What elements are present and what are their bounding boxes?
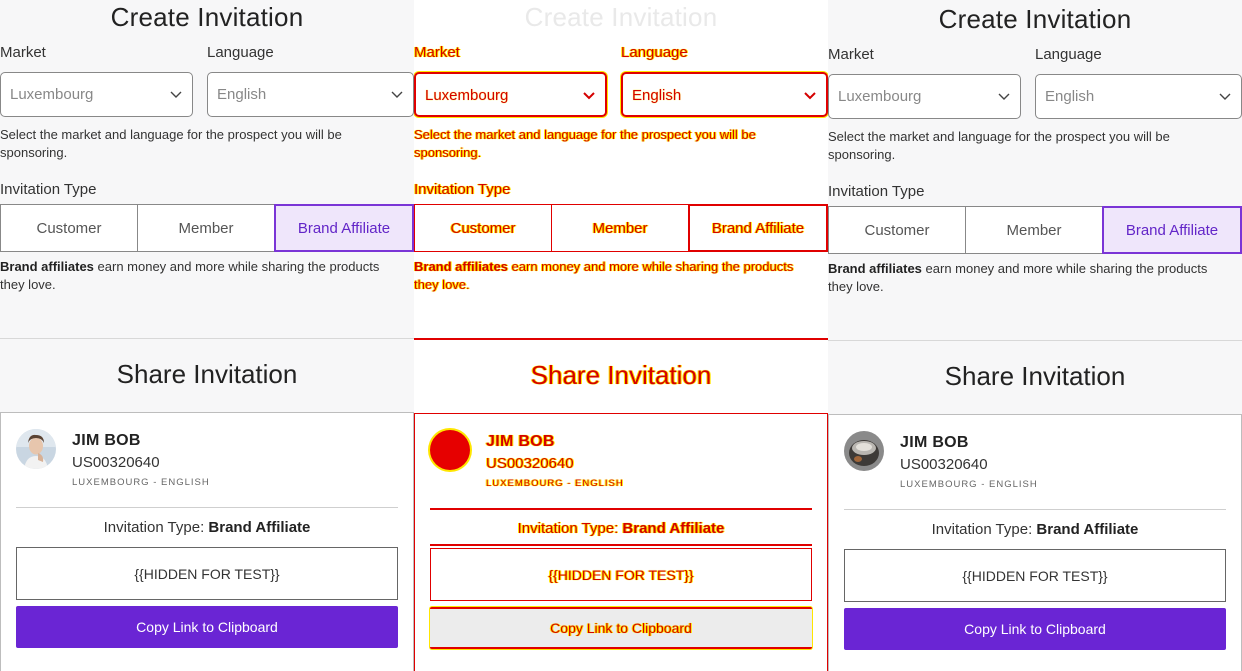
invitation-type-label: Invitation Type <box>0 181 97 198</box>
type-description-bold: Brand affiliates <box>0 259 94 274</box>
card-divider <box>844 509 1226 510</box>
card-divider <box>430 508 812 510</box>
invitation-type-prefix: Invitation Type: <box>931 521 1037 538</box>
invitation-type-selector: Customer Member Brand Affiliate <box>414 204 828 252</box>
invitation-type-summary: Invitation Type: Brand Affiliate <box>829 521 1241 538</box>
language-label: Language <box>1035 46 1102 63</box>
language-label: Language <box>207 44 274 61</box>
market-select-value: Luxembourg <box>10 86 94 103</box>
user-id: US00320640 <box>900 456 988 473</box>
share-invitation-section: Share Invitation JIM BOB US00320640 LUXE… <box>0 338 414 671</box>
chevron-down-icon <box>804 92 816 100</box>
invitation-type-label: Invitation Type <box>414 181 511 198</box>
invitation-type-prefix: Invitation Type: <box>517 520 623 537</box>
chevron-down-icon <box>391 91 403 98</box>
market-help-text: Select the market and language for the p… <box>0 127 342 160</box>
type-option-customer[interactable]: Customer <box>0 204 138 252</box>
chevron-down-icon <box>1219 93 1231 100</box>
market-label: Market <box>414 44 460 61</box>
user-name: JIM BOB <box>486 433 555 450</box>
user-location: LUXEMBOURG - ENGLISH <box>900 479 1038 490</box>
invitation-link-field[interactable]: {{HIDDEN FOR TEST}} <box>430 548 812 601</box>
create-invitation-section: Create Invitation Market Language Luxemb… <box>0 0 414 337</box>
invitation-type-value: Brand Affiliate <box>208 519 311 536</box>
type-description-bold: Brand affiliates <box>828 261 922 276</box>
invitation-link-field[interactable]: {{HIDDEN FOR TEST}} <box>16 547 398 600</box>
avatar <box>844 431 884 471</box>
type-option-customer[interactable]: Customer <box>828 206 966 254</box>
share-invitation-title: Share Invitation <box>944 361 1126 391</box>
language-select[interactable]: English <box>1035 74 1242 119</box>
copy-link-button[interactable]: Copy Link to Clipboard <box>844 608 1226 650</box>
language-select-value: English <box>1045 88 1095 105</box>
share-invitation-section: Share Invitation JIM BOB US00320640 LUXE… <box>828 340 1242 671</box>
market-label: Market <box>0 44 46 61</box>
share-invitation-title: Share Invitation <box>116 359 298 389</box>
language-label: Language <box>621 44 688 61</box>
invitation-type-value: Brand Affiliate <box>622 520 725 537</box>
user-id: US00320640 <box>486 455 574 472</box>
invitation-type-prefix: Invitation Type: <box>103 519 209 536</box>
type-option-customer[interactable]: Customer <box>414 204 552 252</box>
language-select[interactable]: English <box>621 72 828 117</box>
type-description: Brand affiliates earn money and more whi… <box>0 258 404 294</box>
invitation-type-value: Brand Affiliate <box>1036 521 1139 538</box>
invitation-card: JIM BOB US00320640 LUXEMBOURG - ENGLISH … <box>828 414 1242 671</box>
user-name: JIM BOB <box>72 432 141 449</box>
invitation-panel-right: Create Invitation Market Language Luxemb… <box>828 0 1242 671</box>
diff-highlight-line <box>430 544 812 546</box>
invitation-type-label: Invitation Type <box>828 183 925 200</box>
invitation-card: JIM BOB US00320640 LUXEMBOURG - ENGLISH … <box>414 413 828 671</box>
share-invitation-title: Share Invitation <box>530 360 712 390</box>
type-description: Brand affiliates earn money and more whi… <box>414 258 818 294</box>
card-divider <box>16 507 398 508</box>
type-option-member[interactable]: Member <box>551 204 689 252</box>
language-select-value: English <box>632 87 682 104</box>
market-select-value: Luxembourg <box>425 87 509 104</box>
language-select[interactable]: English <box>207 72 414 117</box>
type-option-member[interactable]: Member <box>965 206 1103 254</box>
market-help-text: Select the market and language for the p… <box>828 129 1170 162</box>
type-description: Brand affiliates earn money and more whi… <box>828 260 1232 296</box>
type-option-brand-affiliate[interactable]: Brand Affiliate <box>274 204 414 252</box>
create-invitation-title: Create Invitation <box>110 2 304 32</box>
copy-link-button[interactable]: Copy Link to Clipboard <box>16 606 398 648</box>
share-invitation-section: Share Invitation JIM BOB US00320640 LUXE… <box>414 338 828 671</box>
type-description-bold: Brand affiliates <box>414 259 508 274</box>
invitation-panel-left: Create Invitation Market Language Luxemb… <box>0 0 414 671</box>
invitation-card: JIM BOB US00320640 LUXEMBOURG - ENGLISH … <box>0 412 414 671</box>
market-select[interactable]: Luxembourg <box>414 72 607 117</box>
market-select[interactable]: Luxembourg <box>0 72 193 117</box>
invitation-type-summary: Invitation Type: Brand Affiliate <box>415 520 827 537</box>
invitation-type-summary: Invitation Type: Brand Affiliate <box>1 519 413 536</box>
invitation-link-field[interactable]: {{HIDDEN FOR TEST}} <box>844 549 1226 602</box>
avatar-photo-icon <box>844 431 884 471</box>
type-option-brand-affiliate[interactable]: Brand Affiliate <box>1102 206 1242 254</box>
create-invitation-section: Create Invitation Market Language Luxemb… <box>414 0 828 337</box>
user-id: US00320640 <box>72 454 160 471</box>
type-option-member[interactable]: Member <box>137 204 275 252</box>
user-location: LUXEMBOURG - ENGLISH <box>486 478 624 489</box>
invitation-panel-diff: Create Invitation Market Language Luxemb… <box>414 0 828 671</box>
avatar-photo-icon <box>16 429 56 469</box>
copy-link-button[interactable]: Copy Link to Clipboard <box>430 607 812 649</box>
create-invitation-title: Create Invitation <box>524 2 718 32</box>
invitation-type-selector: Customer Member Brand Affiliate <box>0 204 414 252</box>
user-location: LUXEMBOURG - ENGLISH <box>72 477 210 488</box>
create-invitation-section: Create Invitation Market Language Luxemb… <box>828 2 1242 339</box>
language-select-value: English <box>217 86 267 103</box>
create-invitation-title: Create Invitation <box>938 4 1132 34</box>
chevron-down-icon <box>583 92 595 100</box>
avatar <box>16 429 56 469</box>
avatar <box>430 430 470 470</box>
user-name: JIM BOB <box>900 434 969 451</box>
market-select-value: Luxembourg <box>838 88 922 105</box>
chevron-down-icon <box>998 93 1010 100</box>
market-label: Market <box>828 46 874 63</box>
market-help-text: Select the market and language for the p… <box>414 127 756 160</box>
type-option-brand-affiliate[interactable]: Brand Affiliate <box>688 204 828 252</box>
chevron-down-icon <box>170 91 182 98</box>
market-select[interactable]: Luxembourg <box>828 74 1021 119</box>
invitation-type-selector: Customer Member Brand Affiliate <box>828 206 1242 254</box>
